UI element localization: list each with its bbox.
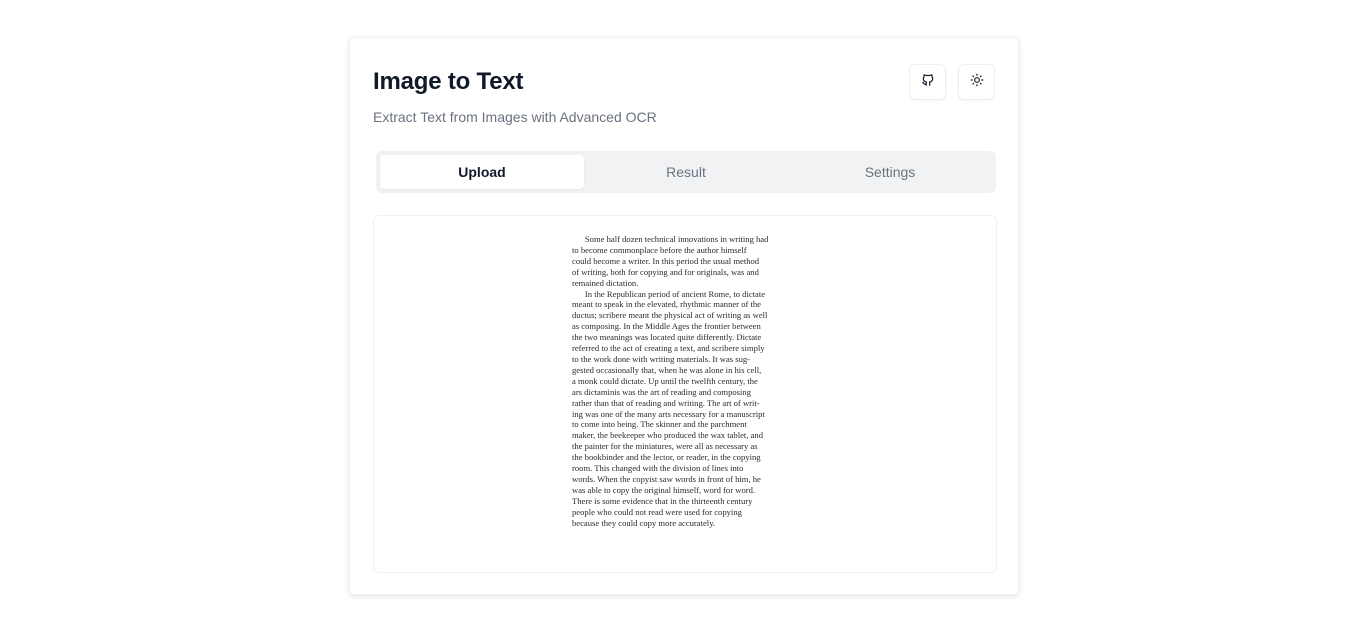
image-text-line: the two meanings was located quite diffe… — [572, 332, 762, 343]
tab-list: Upload Result Settings — [376, 151, 996, 193]
image-text-line: In the Republican period of ancient Rome… — [572, 288, 766, 299]
image-text-line: Some half dozen technical innovations in… — [572, 234, 769, 244]
image-text-line: ars dictaminis was the art of reading an… — [572, 386, 751, 397]
image-text-line: as composing. In the Middle Ages the fro… — [572, 321, 761, 332]
tab-upload[interactable]: Upload — [380, 155, 584, 189]
image-text-line: referred to the act of creating a text, … — [572, 343, 765, 354]
sun-icon — [970, 73, 984, 92]
image-text-line: gested occasionally that, when he was al… — [572, 364, 762, 375]
image-text-line: ing was one of the many arts necessary f… — [572, 408, 765, 419]
image-text-line: because they could copy more accurately. — [572, 517, 716, 528]
page-subtitle: Extract Text from Images with Advanced O… — [373, 109, 657, 125]
image-text-line: words. When the copyist saw words in fro… — [572, 473, 761, 484]
app-card: Image to Text Extract Text from Images w… — [349, 37, 1019, 595]
image-text-line: could become a writer. In this period th… — [572, 255, 760, 266]
tab-settings[interactable]: Settings — [788, 155, 992, 189]
image-text-line: people who could not read were used for … — [572, 506, 742, 517]
image-preview-panel: Some half dozen technical innovations in… — [373, 215, 997, 573]
image-text-line: room. This changed with the division of … — [572, 463, 744, 474]
image-text-line: meant to speak in the elevated, rhythmic… — [572, 299, 761, 310]
github-button[interactable] — [909, 64, 946, 100]
tab-result[interactable]: Result — [584, 155, 788, 189]
page-title: Image to Text — [373, 68, 524, 95]
image-text-line: the bookbinder and the lector, or reader… — [572, 452, 761, 463]
uploaded-image: Some half dozen technical innovations in… — [554, 226, 820, 540]
image-text-line: the painter for the miniatures, were all… — [572, 441, 758, 452]
image-text-line: to become commonplace before the author … — [572, 244, 747, 255]
image-text-line: a monk could dictate. Up until the twelf… — [572, 375, 758, 386]
image-text-line: remained dictation. — [572, 277, 639, 288]
image-text-line: ductus; scribere meant the physical act … — [572, 310, 768, 321]
theme-toggle-button[interactable] — [958, 64, 995, 100]
image-text-line: There is some evidence that in the thirt… — [572, 495, 753, 506]
image-text-line: rather than that of reading and writing.… — [572, 397, 760, 408]
image-text-line: was able to copy the original himself, w… — [572, 484, 756, 495]
github-icon — [921, 73, 935, 92]
image-text-line: of writing, both for copying and for ori… — [572, 266, 759, 277]
image-text-line: maker, the beekeeper who produced the wa… — [572, 430, 764, 441]
image-text-line: to come into being. The skinner and the … — [572, 419, 747, 430]
image-text-line: to the work done with writing materials.… — [572, 353, 751, 364]
